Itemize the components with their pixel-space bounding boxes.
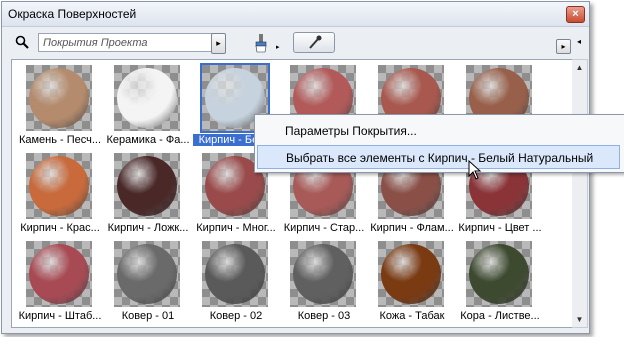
eyedropper-icon — [309, 35, 322, 49]
material-tile[interactable]: Ковер - 02 — [193, 241, 279, 327]
search-input[interactable] — [38, 33, 216, 52]
material-label: Кирпич - Цвет ... — [458, 222, 542, 234]
material-label: Кожа - Табак — [379, 310, 445, 322]
material-sphere-preview — [29, 156, 89, 216]
search-icon — [15, 35, 29, 49]
collapse-arrow-icon[interactable]: ◂ — [577, 37, 581, 46]
title-bar[interactable]: Окраска Поверхностей × — [2, 2, 589, 27]
scroll-up-icon[interactable]: ▲ — [572, 60, 587, 75]
material-thumbnail[interactable] — [290, 241, 356, 307]
material-label: Камень - Песч... — [18, 134, 102, 146]
material-tile[interactable]: Камень - Песч... — [17, 65, 103, 157]
material-thumbnail[interactable] — [466, 241, 532, 307]
material-tile[interactable]: Кирпич - Штаб... — [17, 241, 103, 327]
material-label: Кора - Листве... — [460, 310, 540, 322]
material-label: Керамика - Фа... — [106, 134, 190, 146]
window-title: Окраска Поверхностей — [8, 7, 137, 21]
brush-menu-arrow-icon[interactable]: ▸ — [276, 43, 280, 51]
material-sphere-preview — [29, 68, 89, 128]
material-label: Ковер - 03 — [297, 310, 351, 322]
material-tile[interactable]: Ковер - 01 — [105, 241, 191, 327]
material-label: Кирпич - Стар... — [283, 222, 365, 234]
material-sphere-preview — [117, 244, 177, 304]
material-thumbnail[interactable] — [114, 241, 180, 307]
material-sphere-preview — [293, 244, 353, 304]
material-sphere-preview — [29, 244, 89, 304]
material-tile[interactable]: Керамика - Фа... — [105, 65, 191, 157]
search-dropdown-button[interactable]: ▸ — [211, 33, 226, 54]
material-thumbnail[interactable] — [26, 153, 92, 219]
panel-menu-button[interactable]: ▸ — [556, 39, 571, 54]
menu-item-select-all-with-surface[interactable]: Выбрать все элементы с Кирпич - Белый На… — [257, 145, 620, 169]
context-menu: Параметры Покрытия... Выбрать все элемент… — [254, 114, 624, 173]
material-thumbnail[interactable] — [26, 241, 92, 307]
material-thumbnail[interactable] — [114, 153, 180, 219]
material-label: Ковер - 01 — [121, 310, 175, 322]
material-thumbnail[interactable] — [26, 65, 92, 131]
material-label: Ковер - 02 — [209, 310, 263, 322]
material-label: Кирпич - Флам... — [370, 222, 454, 234]
material-label: Кирпич - Крас... — [20, 222, 100, 234]
material-label: Кирпич - Ложк... — [107, 222, 189, 234]
mouse-cursor-icon — [468, 160, 482, 180]
scroll-down-icon[interactable]: ▼ — [572, 312, 587, 327]
material-sphere-preview — [117, 68, 177, 128]
material-tile[interactable]: Кожа - Табак — [369, 241, 455, 327]
paint-brush-icon[interactable] — [250, 33, 272, 53]
vertical-scrollbar[interactable]: ▲ ▼ — [572, 59, 588, 328]
material-tile[interactable]: Кирпич - Крас... — [17, 153, 103, 245]
toolbar: ▸ ▸ ▸ ◂ — [2, 27, 589, 57]
material-tile[interactable]: Ковер - 03 — [281, 241, 367, 327]
material-grid: Камень - Песч... Керамика - Фа... Кирпич -… — [11, 59, 573, 328]
material-sphere-preview — [381, 244, 441, 304]
eyedropper-button[interactable] — [293, 32, 335, 53]
material-thumbnail[interactable] — [378, 241, 444, 307]
material-sphere-preview — [117, 156, 177, 216]
material-sphere-preview — [469, 244, 529, 304]
material-sphere-preview — [205, 244, 265, 304]
close-button[interactable]: × — [566, 6, 585, 23]
material-tile[interactable]: Кора - Листве... — [457, 241, 543, 327]
material-thumbnail[interactable] — [202, 241, 268, 307]
material-label: Кирпич - Мног... — [196, 222, 276, 234]
material-label: Кирпич - Штаб... — [18, 310, 102, 322]
material-thumbnail[interactable] — [114, 65, 180, 131]
material-tile[interactable]: Кирпич - Ложк... — [105, 153, 191, 245]
menu-item-surface-settings[interactable]: Параметры Покрытия... — [257, 119, 620, 143]
